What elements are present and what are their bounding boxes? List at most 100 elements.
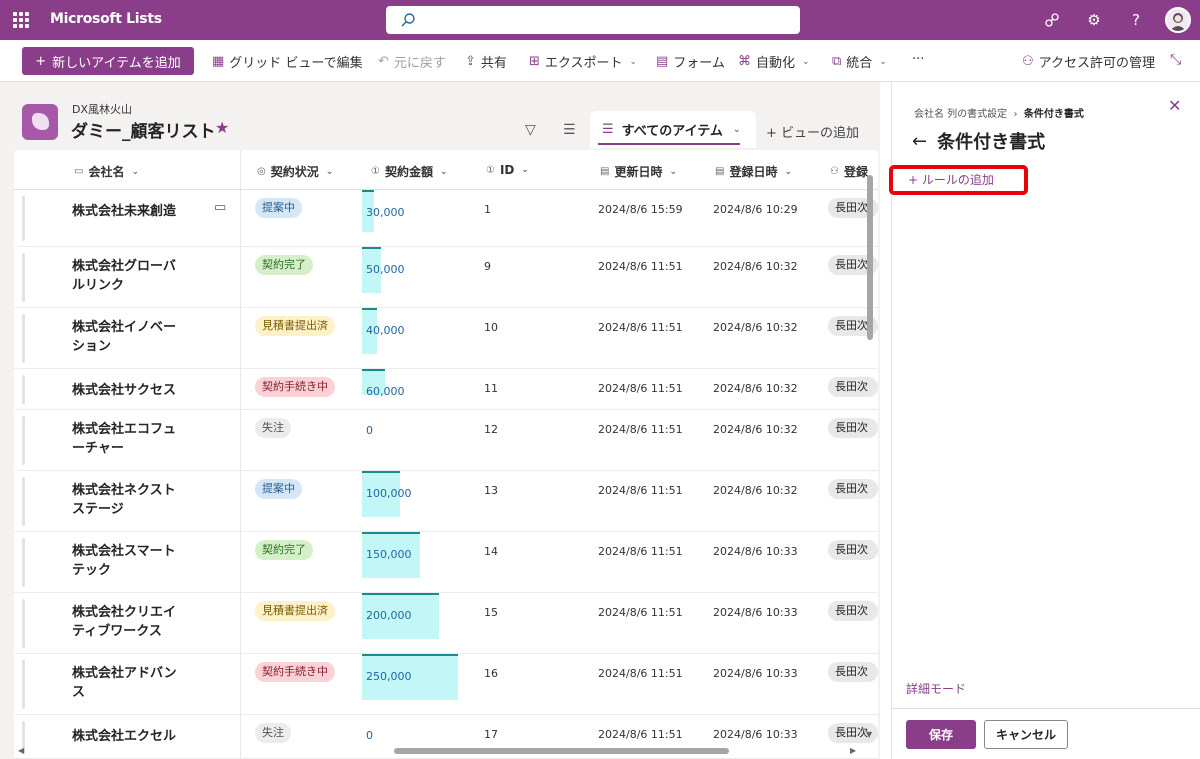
- collapse-icon[interactable]: ⤡: [1170, 52, 1181, 68]
- modified-cell: 2024/8/6 11:51: [598, 321, 683, 334]
- company-name-cell[interactable]: 株式会社ネクストステージ: [72, 481, 182, 519]
- row-selector[interactable]: [22, 660, 25, 709]
- undo-button[interactable]: ↶ 元に戻す: [378, 52, 446, 71]
- row-selector[interactable]: [22, 196, 25, 241]
- manage-access-button[interactable]: ⚇ アクセス許可の管理: [1022, 52, 1155, 71]
- current-view-label: すべてのアイテム: [621, 124, 723, 139]
- row-selector[interactable]: [22, 599, 25, 648]
- integrate-icon: ⧉: [832, 54, 842, 69]
- app-name[interactable]: Microsoft Lists: [50, 11, 162, 27]
- table-row[interactable]: 株式会社エコフューチャー 失注 0 12 2024/8/6 11:51 2024/8/6 …: [14, 410, 878, 471]
- modified-cell: 2024/8/6 11:51: [598, 667, 683, 680]
- arrow-left-icon[interactable]: ←: [912, 131, 927, 152]
- company-name-cell[interactable]: 株式会社スマートテック: [72, 542, 182, 580]
- company-name-cell[interactable]: 株式会社未来創造: [72, 202, 182, 221]
- table-row[interactable]: 株式会社未来創造 ▭ 提案中 30,000 1 2024/8/6 15:59 2024/8/…: [14, 190, 878, 247]
- forms-button[interactable]: ▤ フォーム: [656, 52, 725, 71]
- column-header-company[interactable]: ▭ 会社名 ⌄: [74, 163, 139, 180]
- company-name-cell[interactable]: 株式会社クリエイティブワークス: [72, 603, 182, 641]
- created-cell: 2024/8/6 10:33: [713, 667, 798, 680]
- search-input[interactable]: [386, 6, 800, 34]
- save-button[interactable]: 保存: [906, 720, 976, 749]
- table-row[interactable]: 株式会社スマートテック 契約完了 150,000 14 2024/8/6 11:51 20…: [14, 532, 878, 593]
- app-launcher-icon[interactable]: [13, 12, 29, 28]
- add-view-button[interactable]: + ビューの追加: [766, 122, 859, 141]
- column-header-created[interactable]: ▤ 登録日時 ⌄: [715, 163, 792, 180]
- text-column-icon: ▭: [74, 166, 84, 177]
- cancel-button[interactable]: キャンセル: [984, 720, 1068, 749]
- company-name-cell[interactable]: 株式会社サクセス: [72, 381, 182, 400]
- scroll-right-icon[interactable]: ▶: [850, 746, 856, 755]
- table-row[interactable]: 株式会社グローバルリンク 契約完了 50,000 9 2024/8/6 11:51 202…: [14, 247, 878, 308]
- id-cell: 1: [484, 203, 491, 216]
- comment-icon[interactable]: ▭: [214, 200, 226, 215]
- chevron-down-icon: ⌄: [732, 124, 741, 135]
- scrollbar-thumb[interactable]: [394, 748, 729, 754]
- column-header-id[interactable]: ① ID ⌄: [486, 163, 529, 177]
- row-selector[interactable]: [22, 375, 25, 404]
- filter-icon[interactable]: ▽: [525, 122, 536, 138]
- star-icon[interactable]: ★: [215, 118, 229, 137]
- automate-label: 自動化: [756, 56, 796, 71]
- copilot-icon[interactable]: [1042, 10, 1062, 30]
- grid-edit-button[interactable]: ▦ グリッド ビューで編集: [212, 52, 363, 71]
- created-cell: 2024/8/6 10:32: [713, 382, 798, 395]
- list-title[interactable]: ダミー_顧客リスト: [71, 117, 216, 142]
- table-row[interactable]: 株式会社ネクストステージ 提案中 100,000 13 2024/8/6 11:51 20…: [14, 471, 878, 532]
- table-row[interactable]: 株式会社イノベーション 見積書提出済 40,000 10 2024/8/6 11:51 2…: [14, 308, 878, 369]
- column-header-created-by[interactable]: ⚇ 登録: [830, 163, 868, 180]
- table-row[interactable]: 株式会社サクセス 契約手続き中 60,000 11 2024/8/6 11:51 2024…: [14, 369, 878, 410]
- integrate-button[interactable]: ⧉ 統合 ⌄: [832, 52, 887, 71]
- amount-cell: 40,000: [366, 324, 405, 337]
- more-button[interactable]: ···: [912, 52, 924, 67]
- row-selector[interactable]: [22, 416, 25, 465]
- gear-icon[interactable]: ⚙: [1084, 10, 1104, 30]
- column-header-modified[interactable]: ▤ 更新日時 ⌄: [600, 163, 677, 180]
- status-badge: 契約完了: [255, 540, 313, 560]
- horizontal-scrollbar[interactable]: ◀ ▶: [14, 744, 864, 758]
- help-icon[interactable]: ?: [1126, 10, 1146, 30]
- grid-icon: ▦: [212, 54, 225, 69]
- company-name-cell[interactable]: 株式会社アドバンス: [72, 664, 182, 702]
- view-list-icon: ☰: [602, 122, 614, 137]
- number-column-icon: ①: [371, 166, 380, 177]
- new-item-button[interactable]: + 新しいアイテムを追加: [22, 47, 194, 75]
- company-name-cell[interactable]: 株式会社エコフューチャー: [72, 420, 182, 458]
- list-icon: [22, 104, 58, 140]
- export-button[interactable]: ⊞ エクスポート ⌄: [529, 52, 637, 71]
- group-icon[interactable]: ☰: [563, 122, 576, 138]
- calendar-icon: ▤: [600, 166, 610, 177]
- status-badge: 契約手続き中: [255, 662, 335, 682]
- tab-all-items[interactable]: ☰ すべてのアイテム ⌄: [590, 111, 756, 148]
- status-badge: 見積書提出済: [255, 316, 335, 336]
- column-header-amount[interactable]: ① 契約金額 ⌄: [371, 163, 448, 180]
- created-cell: 2024/8/6 10:33: [713, 728, 798, 741]
- column-header-status[interactable]: ◎ 契約状況 ⌄: [257, 163, 333, 180]
- modified-cell: 2024/8/6 11:51: [598, 484, 683, 497]
- table-row[interactable]: 株式会社アドバンス 契約手続き中 250,000 16 2024/8/6 11:51 20…: [14, 654, 878, 715]
- scroll-down-icon[interactable]: ▼: [866, 730, 872, 739]
- id-cell: 12: [484, 423, 498, 436]
- person-icon: ⚇: [830, 166, 839, 177]
- amount-cell: 100,000: [366, 487, 412, 500]
- company-name-cell[interactable]: 株式会社グローバルリンク: [72, 257, 182, 295]
- advanced-mode-link[interactable]: 詳細モード: [906, 680, 966, 697]
- close-icon[interactable]: ✕: [1168, 96, 1181, 115]
- vertical-scrollbar[interactable]: [865, 165, 875, 745]
- table-row[interactable]: 株式会社クリエイティブワークス 見積書提出済 200,000 15 2024/8/6 1…: [14, 593, 878, 654]
- panel-title-label: 条件付き書式: [937, 132, 1046, 153]
- breadcrumb-parent[interactable]: 会社名 列の書式設定: [914, 109, 1007, 120]
- row-selector[interactable]: [22, 477, 25, 526]
- share-button[interactable]: ⇪ 共有: [465, 52, 507, 71]
- id-cell: 14: [484, 545, 498, 558]
- company-name-cell[interactable]: 株式会社イノベーション: [72, 318, 182, 356]
- scroll-left-icon[interactable]: ◀: [18, 746, 24, 755]
- row-selector[interactable]: [22, 253, 25, 302]
- site-name[interactable]: DX風林火山: [72, 101, 132, 117]
- row-selector[interactable]: [22, 538, 25, 587]
- automate-button[interactable]: ⌘ 自動化 ⌄: [738, 52, 810, 71]
- form-icon: ▤: [656, 54, 669, 69]
- id-cell: 17: [484, 728, 498, 741]
- row-selector[interactable]: [22, 314, 25, 363]
- avatar[interactable]: [1165, 7, 1191, 33]
